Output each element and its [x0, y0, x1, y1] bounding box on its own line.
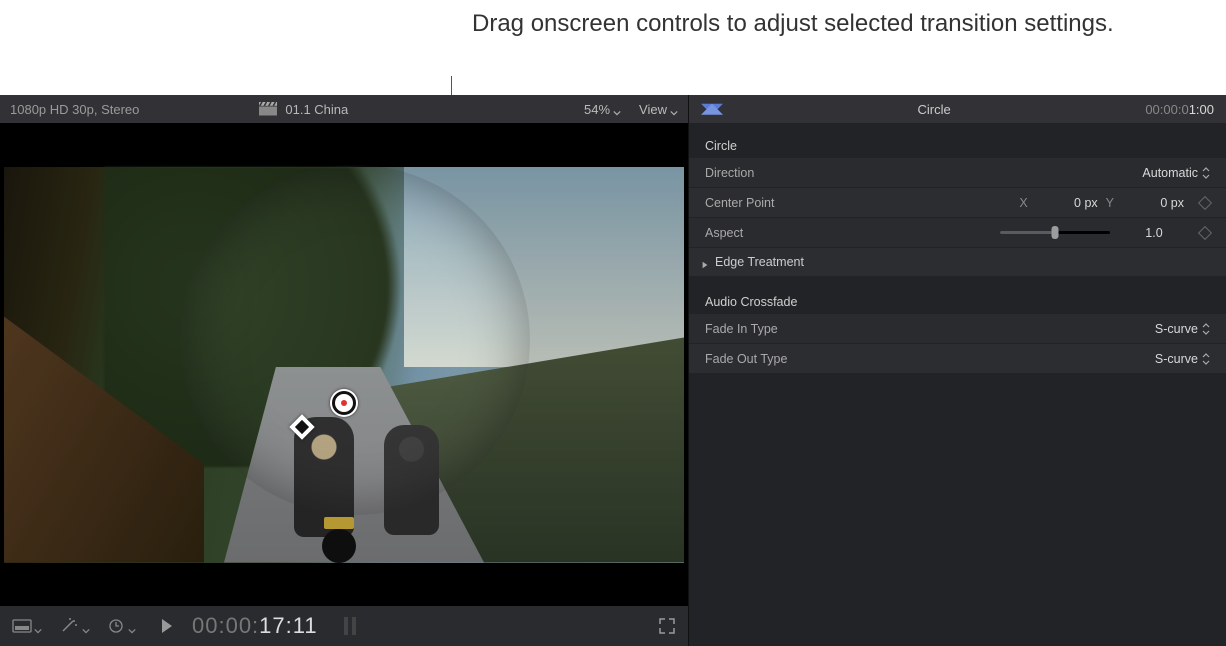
- layout-popup[interactable]: [12, 618, 42, 634]
- disclosure-triangle-icon: [701, 258, 709, 266]
- inspector-header: Circle 00:00:01:00: [689, 95, 1226, 123]
- audio-meter[interactable]: [342, 615, 360, 637]
- app-window: 1080p HD 30p, Stereo 01.1 China 54% View: [0, 95, 1226, 646]
- effects-popup[interactable]: [60, 618, 90, 634]
- retime-icon: [108, 618, 126, 634]
- wand-icon: [60, 618, 80, 634]
- clapper-icon: [259, 102, 277, 116]
- play-button[interactable]: [160, 618, 174, 634]
- timecode-prefix: 00:00:: [192, 613, 259, 638]
- popup-value: S-curve: [1155, 352, 1198, 366]
- param-fade-out: Fade Out Type S-curve: [689, 343, 1226, 373]
- param-direction: Direction Automatic: [689, 157, 1226, 187]
- section-audio-header: Audio Crossfade: [689, 287, 1226, 313]
- audio-meter-icon: [342, 615, 360, 637]
- video-format-label: 1080p HD 30p, Stereo: [10, 102, 139, 117]
- updown-icon: [1202, 353, 1210, 365]
- param-label: Center Point: [705, 196, 835, 210]
- clip-name-text: 01.1 China: [285, 102, 348, 117]
- direction-popup[interactable]: Automatic: [1142, 166, 1210, 180]
- param-label: Edge Treatment: [715, 255, 804, 269]
- retime-popup[interactable]: [108, 618, 136, 634]
- updown-icon: [1202, 323, 1210, 335]
- popup-value: S-curve: [1155, 322, 1198, 336]
- x-label: X: [1019, 196, 1027, 210]
- duration-emphasis: 1:00: [1189, 102, 1214, 117]
- viewer-header: 1080p HD 30p, Stereo 01.1 China 54% View: [0, 95, 688, 123]
- param-label: Aspect: [705, 226, 835, 240]
- duration-prefix: 00:00:0: [1145, 102, 1188, 117]
- section-circle-header: Circle: [689, 131, 1226, 157]
- inspector-duration[interactable]: 00:00:01:00: [1145, 102, 1214, 117]
- keyframe-button[interactable]: [1198, 225, 1212, 239]
- view-label: View: [639, 102, 667, 117]
- param-center-point: Center Point X 0 px Y 0 px: [689, 187, 1226, 217]
- param-label: Fade In Type: [705, 322, 835, 336]
- view-popup[interactable]: View: [639, 102, 678, 117]
- x-value-field[interactable]: 0 px: [1036, 196, 1098, 210]
- chevron-down-icon: [82, 622, 90, 630]
- param-fade-in: Fade In Type S-curve: [689, 313, 1226, 343]
- updown-icon: [1202, 167, 1210, 179]
- y-value-field[interactable]: 0 px: [1122, 196, 1184, 210]
- param-edge-treatment[interactable]: Edge Treatment: [689, 247, 1226, 277]
- param-aspect: Aspect 1.0: [689, 217, 1226, 247]
- annotation-callout: Drag onscreen controls to adjust selecte…: [472, 8, 1114, 40]
- aspect-slider[interactable]: [1000, 231, 1110, 234]
- viewer-canvas[interactable]: [0, 123, 688, 606]
- fullscreen-button[interactable]: [658, 617, 676, 635]
- fade-in-popup[interactable]: S-curve: [1155, 322, 1210, 336]
- layout-icon: [12, 618, 32, 634]
- transition-icon[interactable]: [701, 101, 723, 117]
- chevron-down-icon: [128, 622, 136, 630]
- chevron-down-icon: [670, 105, 678, 113]
- chevron-down-icon: [34, 622, 42, 630]
- aspect-value-field[interactable]: 1.0: [1124, 226, 1184, 240]
- zoom-value: 54%: [584, 102, 610, 117]
- timecode-emphasis: 17:11: [259, 613, 317, 638]
- transition-circle-overlay[interactable]: [180, 165, 530, 515]
- param-label: Direction: [705, 166, 835, 180]
- param-label: Fade Out Type: [705, 352, 835, 366]
- viewer-toolbar: 00:00:17:11: [0, 606, 688, 646]
- inspector-panel: Circle 00:00:01:00 Circle Direction Auto…: [689, 95, 1226, 646]
- clip-title[interactable]: 01.1 China: [259, 102, 348, 117]
- viewer-timecode[interactable]: 00:00:17:11: [192, 613, 318, 639]
- viewer-panel: 1080p HD 30p, Stereo 01.1 China 54% View: [0, 95, 689, 646]
- play-icon: [160, 618, 174, 634]
- zoom-popup[interactable]: 54%: [584, 102, 621, 117]
- fullscreen-icon: [658, 617, 676, 635]
- keyframe-button[interactable]: [1198, 195, 1212, 209]
- y-label: Y: [1106, 196, 1114, 210]
- inspector-body: Circle Direction Automatic Center Point …: [689, 123, 1226, 381]
- center-point-handle[interactable]: [330, 389, 358, 417]
- fade-out-popup[interactable]: S-curve: [1155, 352, 1210, 366]
- chevron-down-icon: [613, 105, 621, 113]
- popup-value: Automatic: [1142, 166, 1198, 180]
- inspector-title: Circle: [723, 102, 1145, 117]
